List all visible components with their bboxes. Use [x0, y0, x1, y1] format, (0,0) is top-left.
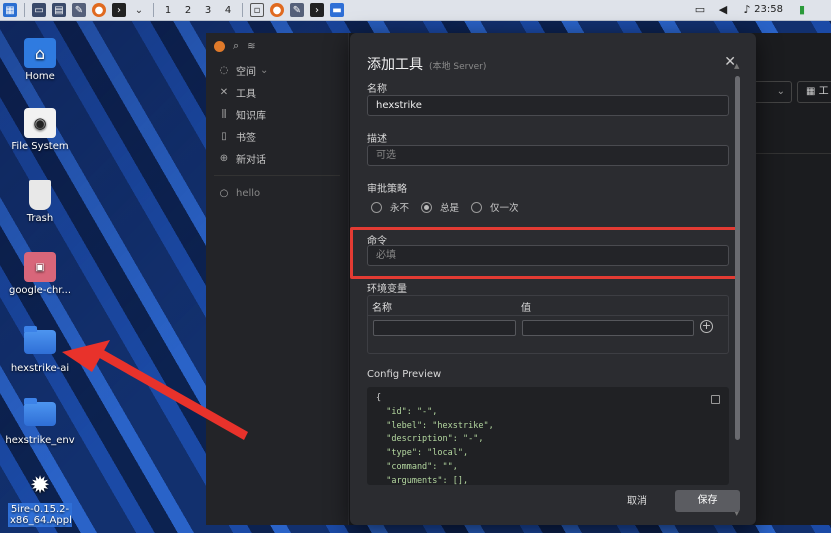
annotation-arrow [62, 340, 248, 440]
arrow-shaft [96, 348, 248, 440]
